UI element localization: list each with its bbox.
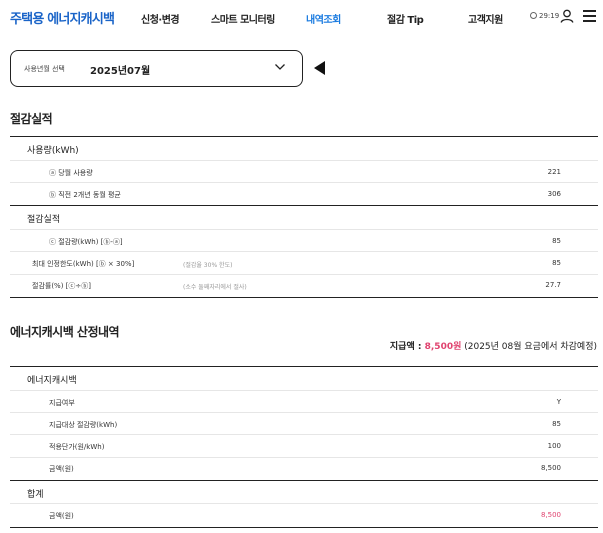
saved-amount-label: ⓒ 절감량(kWh) [ⓑ-ⓐ] (49, 238, 123, 246)
amount-label: 금액(원) (49, 465, 74, 473)
eligible-saving-label: 지급대상 절감량(kWh) (49, 421, 118, 429)
savings-section-title: 절감실적 (10, 112, 53, 126)
pointer-arrow-icon (314, 61, 325, 75)
divider (10, 366, 598, 367)
divider (10, 136, 598, 137)
amount-value: 8,500 (540, 464, 561, 472)
unit-price-label: 적용단가(원/kWh) (49, 443, 105, 451)
cashback-group-title: 에너지캐시백 (27, 376, 77, 386)
payment-summary: 지급액 : 8,500원 (2025년 08월 요금에서 차감예정) (390, 339, 597, 352)
saving-rate-note: (소수 둘째자리에서 절사) (183, 284, 247, 291)
eligible-saving-value: 85 (552, 420, 561, 428)
site-logo[interactable]: 주택용 에너지캐시백 (10, 8, 115, 27)
saving-rate-label: 절감률(%) [ⓒ÷ⓑ] (32, 282, 91, 290)
nav-apply-change[interactable]: 신청·변경 (141, 11, 180, 26)
divider (10, 457, 598, 458)
nav-smart-monitoring[interactable]: 스마트 모니터링 (211, 11, 275, 26)
divider (10, 390, 598, 391)
current-usage-label: ⓐ 당월 사용량 (49, 169, 93, 177)
month-select[interactable]: 사용년월 선택 2025년07월 (10, 50, 303, 87)
total-title: 합계 (27, 490, 44, 500)
max-limit-value: 85 (552, 259, 561, 267)
nav-customer-support[interactable]: 고객지원 (468, 11, 503, 26)
hamburger-menu-icon[interactable] (583, 10, 596, 22)
month-select-label: 사용년월 선택 (24, 65, 65, 73)
saving-rate-value: 27.7 (545, 281, 561, 289)
nav-history[interactable]: 내역조회 (306, 11, 341, 26)
session-timer: 29:19 (530, 12, 559, 20)
nav-saving-tip[interactable]: 절감 Tip (387, 11, 424, 26)
chevron-down-icon (275, 64, 285, 70)
divider (10, 527, 598, 528)
saved-amount-value: 85 (552, 237, 561, 245)
max-limit-note: (절감율 30% 한도) (183, 262, 233, 269)
divider (10, 434, 598, 435)
divider (10, 297, 598, 298)
current-usage-value: 221 (547, 168, 561, 176)
top-header: 주택용 에너지캐시백 신청·변경 스마트 모니터링 내역조회 절감 Tip 고객… (0, 0, 603, 36)
divider (10, 503, 598, 504)
payment-prefix: 지급액 : (389, 342, 425, 352)
cashback-section-title: 에너지캐시백 산정내역 (10, 325, 120, 339)
usage-subtitle: 사용량(kWh) (27, 146, 79, 156)
divider (10, 182, 598, 183)
divider (10, 229, 598, 230)
divider (10, 480, 598, 481)
divider (10, 160, 598, 161)
divider (10, 274, 598, 275)
user-icon[interactable] (560, 9, 574, 23)
prev-average-value: 306 (547, 190, 561, 198)
payment-note: (2025년 08월 요금에서 차감예정) (461, 342, 597, 352)
session-timer-value: 29:19 (539, 12, 560, 20)
payment-status-value: Y (556, 398, 561, 406)
total-amount-label: 금액(원) (49, 512, 74, 520)
divider (10, 251, 598, 252)
max-limit-label: 최대 인정한도(kWh) [ⓑ × 30%] (32, 260, 135, 268)
payment-status-label: 지급여부 (49, 399, 75, 407)
result-subtitle: 절감실적 (27, 215, 61, 225)
prev-average-label: ⓑ 직전 2개년 동월 평균 (49, 191, 121, 199)
clock-icon (530, 12, 537, 19)
payment-amount: 8,500원 (424, 342, 462, 352)
divider (10, 205, 598, 206)
total-amount-value: 8,500 (540, 511, 561, 519)
month-select-value: 2025년07월 (90, 66, 151, 77)
unit-price-value: 100 (547, 442, 561, 450)
divider (10, 412, 598, 413)
